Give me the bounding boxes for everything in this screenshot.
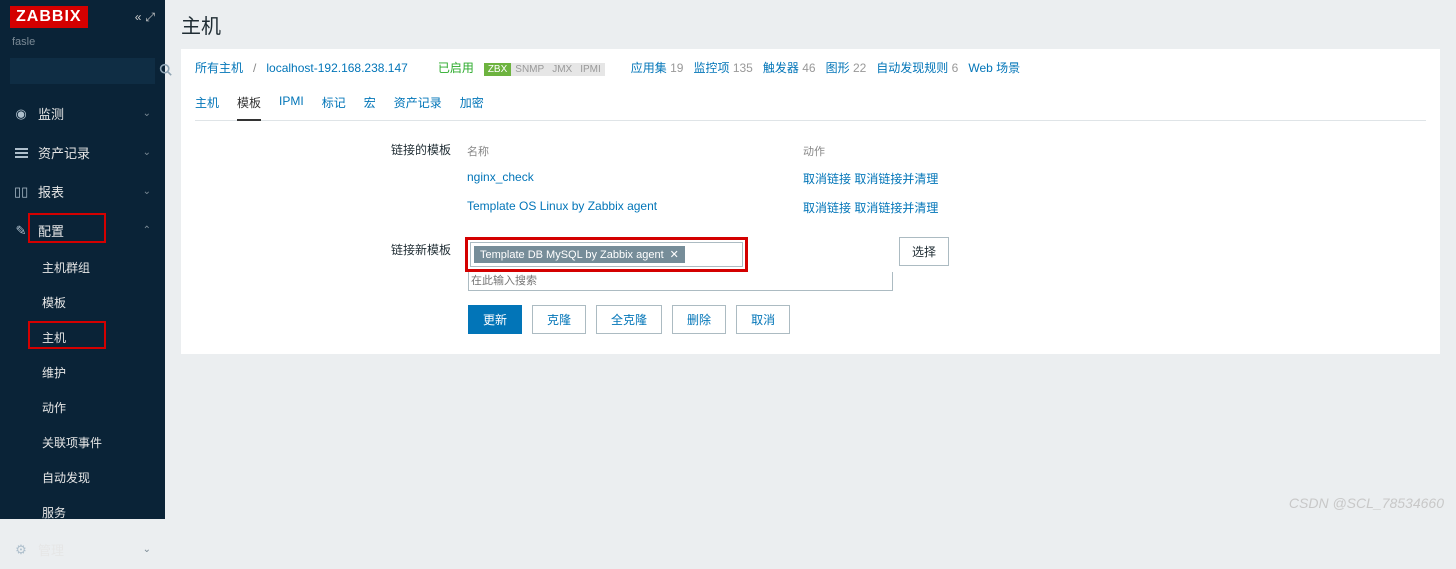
ipmi-tag: IPMI <box>576 63 605 76</box>
search-input[interactable] <box>17 65 159 77</box>
label-linked-templates: 链接的模板 <box>195 137 465 158</box>
crumb-link[interactable]: 监控项 135 <box>693 59 752 76</box>
tab-macros[interactable]: 宏 <box>364 88 376 120</box>
wrench-icon: ✎ <box>14 223 28 239</box>
sidebar-item-templates[interactable]: 模板 <box>0 285 165 320</box>
tab-tags[interactable]: 标记 <box>322 88 346 120</box>
crumb-link[interactable]: 图形 22 <box>826 59 867 76</box>
fullscreen-icon[interactable]: ⤢ <box>145 10 155 25</box>
logo-row: ZABBIX « ⤢ <box>0 0 165 34</box>
username: fasle <box>0 34 165 54</box>
eye-icon: ◉ <box>14 106 28 122</box>
remove-tag-icon[interactable]: ✕ <box>670 249 679 261</box>
tab-templates[interactable]: 模板 <box>237 88 261 121</box>
tab-ipmi[interactable]: IPMI <box>279 88 304 120</box>
update-button[interactable]: 更新 <box>468 305 522 334</box>
unlink-clear-link[interactable]: 取消链接并清理 <box>854 172 938 186</box>
button-row: 更新 克隆 全克隆 删除 取消 <box>468 305 985 334</box>
sidebar-item-actions[interactable]: 动作 <box>0 390 165 425</box>
menu-monitoring[interactable]: ◉ 监测 ⌄ <box>0 94 165 133</box>
search-box[interactable] <box>10 58 155 84</box>
sidebar-item-services[interactable]: 服务 <box>0 495 165 530</box>
form-area: 链接的模板 名称 动作 nginx_check 取消链接 取消链接并清理 Tem… <box>195 137 985 344</box>
sidebar-item-discovery[interactable]: 自动发现 <box>0 460 165 495</box>
crumb-link[interactable]: 触发器 46 <box>763 59 816 76</box>
full-clone-button[interactable]: 全克隆 <box>596 305 662 334</box>
menu-inventory[interactable]: 资产记录 ⌄ <box>0 133 165 172</box>
menu-reports[interactable]: ▯▯ 报表 ⌄ <box>0 172 165 211</box>
separator: / <box>253 61 256 75</box>
select-button[interactable]: 选择 <box>899 237 949 266</box>
chevron-down-icon: ⌄ <box>143 186 151 197</box>
table-row: nginx_check 取消链接 取消链接并清理 <box>467 165 983 192</box>
template-search-input[interactable] <box>469 272 892 290</box>
sidebar-item-correlation[interactable]: 关联项事件 <box>0 425 165 460</box>
menu-configuration[interactable]: ✎ 配置 ⌃ <box>0 211 165 250</box>
availability-tags: ZBXSNMPJMXIPMI <box>484 61 605 75</box>
chevron-down-icon: ⌄ <box>143 147 151 158</box>
collapse-icon[interactable]: « <box>135 10 142 25</box>
highlight-box: Template DB MySQL by Zabbix agent✕ <box>465 237 748 272</box>
breadcrumb: 所有主机 / localhost-192.168.238.147 已启用 ZBX… <box>195 59 1426 76</box>
sidebar: ZABBIX « ⤢ fasle ◉ 监测 ⌄ 资产记录 ⌄ ▯▯ 报表 ⌄ ✎… <box>0 0 165 519</box>
page-title: 主机 <box>181 10 1440 39</box>
content-panel: 所有主机 / localhost-192.168.238.147 已启用 ZBX… <box>181 49 1440 354</box>
menu-label: 报表 <box>38 182 64 201</box>
snmp-tag: SNMP <box>511 63 548 76</box>
delete-button[interactable]: 删除 <box>672 305 726 334</box>
tab-host[interactable]: 主机 <box>195 88 219 120</box>
cancel-button[interactable]: 取消 <box>736 305 790 334</box>
crumb-link[interactable]: 自动发现规则 6 <box>876 59 958 76</box>
selected-template-tag: Template DB MySQL by Zabbix agent✕ <box>474 246 685 263</box>
header-icons: « ⤢ <box>135 10 155 25</box>
clone-button[interactable]: 克隆 <box>532 305 586 334</box>
menu-label: 管理 <box>38 540 64 559</box>
watermark: CSDN @SCL_78534660 <box>1289 495 1444 511</box>
multiselect-input-wrap[interactable] <box>468 272 893 291</box>
unlink-clear-link[interactable]: 取消链接并清理 <box>854 201 938 215</box>
label-link-new-template: 链接新模板 <box>195 237 465 258</box>
unlink-link[interactable]: 取消链接 <box>803 201 851 215</box>
col-action: 动作 <box>803 139 983 163</box>
chevron-up-icon: ⌃ <box>143 225 151 236</box>
menu-admin[interactable]: ⚙ 管理 ⌄ <box>0 530 165 569</box>
chart-icon: ▯▯ <box>14 184 28 200</box>
crumb-link[interactable]: 应用集 19 <box>631 59 684 76</box>
tab-inventory[interactable]: 资产记录 <box>394 88 442 120</box>
col-name: 名称 <box>467 139 801 163</box>
sidebar-item-hostgroups[interactable]: 主机群组 <box>0 250 165 285</box>
table-row: Template OS Linux by Zabbix agent 取消链接 取… <box>467 194 983 221</box>
crumb-link[interactable]: Web 场景 <box>968 59 1020 76</box>
list-icon <box>14 145 28 160</box>
zbx-tag: ZBX <box>484 63 511 76</box>
main-content: 主机 所有主机 / localhost-192.168.238.147 已启用 … <box>165 0 1456 364</box>
chevron-down-icon: ⌄ <box>143 108 151 119</box>
linked-templates-table: 名称 动作 nginx_check 取消链接 取消链接并清理 Template … <box>465 137 985 223</box>
breadcrumb-all-hosts[interactable]: 所有主机 <box>195 59 243 76</box>
breadcrumb-host[interactable]: localhost-192.168.238.147 <box>266 61 407 75</box>
chevron-down-icon: ⌄ <box>143 544 151 555</box>
menu-label: 配置 <box>38 221 64 240</box>
menu-label: 监测 <box>38 104 64 123</box>
logo[interactable]: ZABBIX <box>10 6 88 28</box>
menu-label: 资产记录 <box>38 143 90 162</box>
tabs: 主机 模板 IPMI 标记 宏 资产记录 加密 <box>195 88 1426 121</box>
jmx-tag: JMX <box>548 63 576 76</box>
sidebar-item-hosts[interactable]: 主机 <box>0 320 165 355</box>
template-link[interactable]: nginx_check <box>467 170 534 184</box>
unlink-link[interactable]: 取消链接 <box>803 172 851 186</box>
tab-encryption[interactable]: 加密 <box>460 88 484 120</box>
template-multiselect[interactable]: Template DB MySQL by Zabbix agent✕ <box>470 242 743 267</box>
template-link[interactable]: Template OS Linux by Zabbix agent <box>467 199 657 213</box>
gear-icon: ⚙ <box>14 542 28 558</box>
status-enabled: 已启用 <box>438 59 474 76</box>
sidebar-item-maintenance[interactable]: 维护 <box>0 355 165 390</box>
